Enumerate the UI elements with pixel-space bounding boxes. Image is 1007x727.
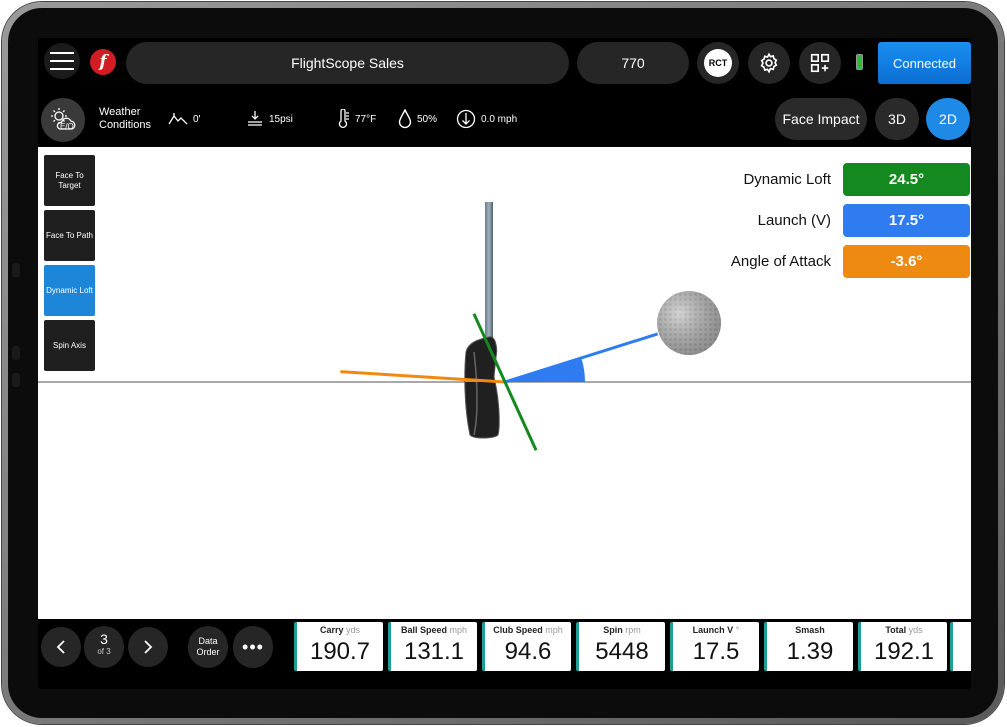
next-page-button[interactable] bbox=[128, 627, 168, 667]
metric-value: 24.5° bbox=[843, 163, 970, 196]
device-number[interactable]: 770 bbox=[577, 42, 689, 84]
tablet-side-button bbox=[12, 263, 20, 277]
data-tile[interactable]: Total yds 192.1 bbox=[858, 622, 947, 671]
tile-label-name: Launch V bbox=[692, 625, 734, 635]
club-shaft bbox=[485, 202, 493, 352]
weather-mode-label: E/O bbox=[60, 122, 74, 131]
tile-label-name: Spin bbox=[603, 625, 623, 635]
tile-value: 17.5 bbox=[692, 638, 740, 665]
tile-label-unit: yds bbox=[908, 625, 923, 635]
current-page: 3 bbox=[100, 631, 108, 647]
chevron-right-icon bbox=[144, 640, 153, 654]
rct-button[interactable]: RCT bbox=[697, 42, 739, 84]
flightscope-logo: f bbox=[90, 49, 116, 75]
tile-label: Spin rpm bbox=[579, 625, 665, 635]
data-tile[interactable]: Smash 1.39 bbox=[764, 622, 853, 671]
chevron-left-icon bbox=[56, 640, 65, 654]
top-bar: f FlightScope Sales 770 RCT Connected bbox=[38, 38, 971, 90]
tile-label: Ball Speed mph bbox=[391, 625, 477, 635]
data-tile[interactable]: Carry yds 190.7 bbox=[294, 622, 383, 671]
tablet-side-button bbox=[12, 373, 20, 387]
tile-value: 1.39 bbox=[786, 638, 834, 665]
pressure-value: 15psi bbox=[269, 113, 293, 125]
2d-visualization-canvas: Face To Target Face To Path Dynamic Loft… bbox=[38, 147, 971, 619]
tile-label: Smash bbox=[767, 625, 853, 635]
more-options-icon[interactable]: ••• bbox=[233, 626, 273, 668]
widgets-button[interactable] bbox=[799, 42, 841, 84]
thermometer-icon bbox=[338, 109, 349, 129]
water-drop-icon bbox=[398, 109, 412, 129]
tile-value: 94.6 bbox=[504, 638, 552, 665]
tile-label: Club Speed mph bbox=[485, 625, 571, 635]
face-impact-button[interactable]: Face Impact bbox=[775, 98, 867, 140]
metric-label: Launch (V) bbox=[757, 212, 831, 229]
humidity-item: 50% bbox=[398, 108, 437, 130]
tile-value: 5448 bbox=[595, 638, 649, 665]
club-ball-diagram bbox=[38, 202, 971, 451]
metric-label: Dynamic Loft bbox=[743, 171, 831, 188]
weather-bar: E/O Weather Conditions 0' 15psi 77°F 50%… bbox=[38, 94, 971, 147]
tile-label: Total yds bbox=[861, 625, 947, 635]
rct-label: RCT bbox=[704, 49, 732, 77]
tile-label-unit: yds bbox=[346, 625, 361, 635]
weather-toggle-button[interactable]: E/O bbox=[41, 98, 85, 142]
humidity-value: 50% bbox=[417, 113, 438, 125]
club-head bbox=[464, 336, 500, 439]
hamburger-menu-icon[interactable] bbox=[44, 43, 80, 79]
altitude-value: 0' bbox=[193, 113, 201, 125]
tile-label-unit: ° bbox=[735, 625, 740, 635]
temperature-value: 77°F bbox=[355, 113, 377, 125]
altitude-item: 0' bbox=[168, 108, 200, 130]
data-tile[interactable]: Ball Speed mph 131.1 bbox=[388, 622, 477, 671]
tile-label-unit: rpm bbox=[625, 625, 641, 635]
data-tile[interactable]: Club Speed mph 94.6 bbox=[482, 622, 571, 671]
weather-conditions-label: Weather Conditions bbox=[99, 106, 151, 131]
data-tile-partial[interactable] bbox=[950, 622, 971, 671]
battery-icon bbox=[856, 54, 863, 70]
tile-value: 190.7 bbox=[309, 638, 371, 665]
bottom-bar: 3 of 3 Data Order ••• Carry yds 190.7 Ball… bbox=[38, 619, 971, 689]
session-title[interactable]: FlightScope Sales bbox=[126, 42, 569, 84]
data-tile[interactable]: Spin rpm 5448 bbox=[576, 622, 665, 671]
page-total: of 3 bbox=[97, 647, 111, 656]
2d-view-button[interactable]: 2D bbox=[926, 98, 970, 140]
tile-label-unit: mph bbox=[449, 625, 468, 635]
tile-label: Launch V ° bbox=[673, 625, 759, 635]
app-screen: f FlightScope Sales 770 RCT Connected E/… bbox=[38, 38, 971, 689]
grid-add-icon bbox=[810, 53, 830, 73]
gear-icon bbox=[760, 52, 778, 74]
metric-value: -3.6° bbox=[843, 245, 970, 278]
tile-label-name: Club Speed bbox=[493, 625, 543, 635]
pressure-icon bbox=[248, 111, 262, 126]
tile-label-name: Carry bbox=[319, 625, 344, 635]
metric-value: 17.5° bbox=[843, 204, 970, 237]
3d-view-button[interactable]: 3D bbox=[875, 98, 919, 140]
altitude-icon bbox=[168, 113, 188, 125]
data-order-button[interactable]: Data Order bbox=[188, 626, 228, 668]
data-tile[interactable]: Launch V ° 17.5 bbox=[670, 622, 759, 671]
tile-label-name: Smash bbox=[795, 625, 825, 635]
tablet-side-button bbox=[12, 346, 20, 360]
tile-label-unit: mph bbox=[545, 625, 563, 635]
tile-value: 192.1 bbox=[873, 638, 935, 665]
tile-label: Carry yds bbox=[297, 625, 383, 635]
tile-label-name: Total bbox=[885, 625, 907, 635]
settings-button[interactable] bbox=[748, 42, 790, 84]
tile-value: 131.1 bbox=[403, 638, 465, 665]
pressure-item: 15psi bbox=[246, 108, 293, 130]
tile-label-name: Ball Speed bbox=[400, 625, 447, 635]
wind-item: 0.0 mph bbox=[456, 108, 517, 130]
metric-label: Angle of Attack bbox=[730, 253, 831, 270]
temperature-item: 77°F bbox=[336, 108, 376, 130]
wind-value: 0.0 mph bbox=[481, 113, 518, 125]
page-indicator: 3 of 3 bbox=[84, 626, 124, 668]
wind-direction-icon bbox=[456, 109, 476, 129]
connection-status-button[interactable]: Connected bbox=[878, 42, 971, 84]
previous-page-button[interactable] bbox=[41, 627, 81, 667]
